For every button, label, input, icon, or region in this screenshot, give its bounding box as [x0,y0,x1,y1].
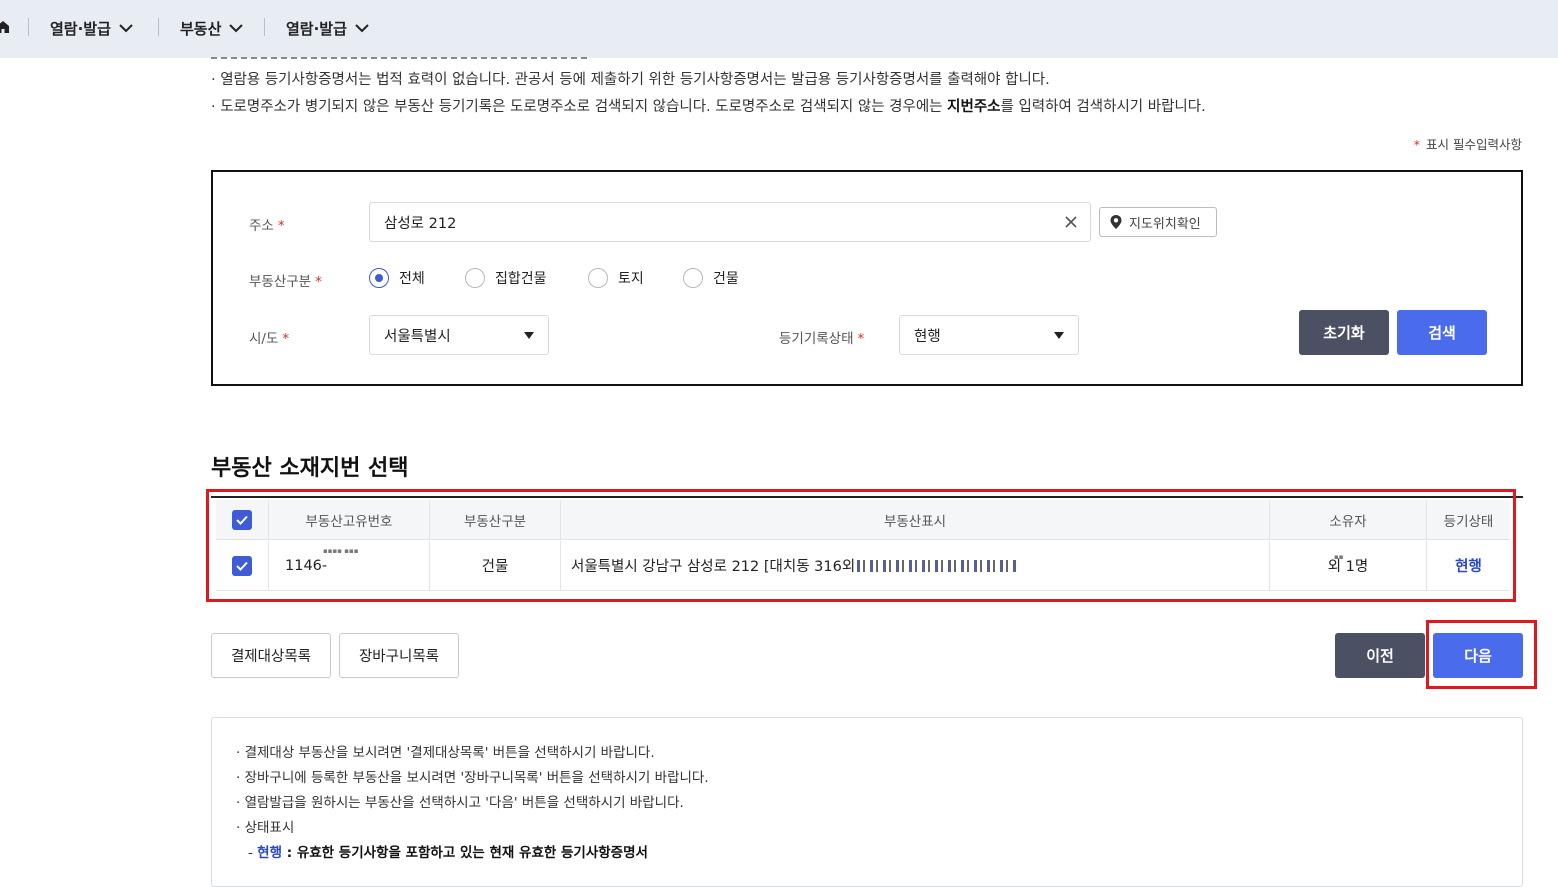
notice-line-2: · 도로명주소가 병기되지 않은 부동산 등기기록은 도로명주소로 검색되지 않… [211,99,1206,115]
reset-button[interactable]: 초기화 [1299,310,1389,355]
address-input-value: 삼성로 212 [384,215,457,232]
nav-menu-label: 부동산 [180,19,222,38]
record-status-label: 등기기록상태 * [779,331,865,347]
required-field-note: * 표시 필수입력사항 [1413,137,1522,152]
table-header: 부동산고유번호 부동산구분 부동산표시 소유자 등기상태 [216,500,1510,540]
redacted-mark: ▪▪ [1334,553,1344,561]
clipped-notice-line [211,52,591,60]
clear-icon[interactable] [1064,215,1078,229]
top-navigation: 열람·발급 부동산 열람·발급 [0,0,1558,58]
property-type-label: 부동산구분 * [249,274,322,290]
check-icon [236,515,248,525]
chevron-down-icon [119,23,133,32]
column-header-status: 등기상태 [1443,513,1494,530]
title-divider [211,496,1523,498]
nav-menu-label: 열람·발급 [286,19,347,38]
radio-aggregate-building[interactable]: 집합건물 [465,268,547,288]
row-property-type: 건물 [481,559,509,575]
record-status-select[interactable]: 현행 [899,315,1079,355]
info-line-1: · 결제대상 부동산을 보시려면 '결제대상목록' 버튼을 선택하시기 바랍니다… [236,745,655,761]
info-line-2: · 장바구니에 등록한 부동산을 보시려면 '장바구니목록' 버튼을 선택하시기… [236,770,709,786]
home-icon[interactable] [0,20,10,34]
row-status: 현행 [1427,541,1510,590]
radio-all[interactable]: 전체 [369,268,425,288]
prev-button[interactable]: 이전 [1335,633,1425,678]
nav-menu-label: 열람·발급 [50,19,111,38]
column-header-id: 부동산고유번호 [305,513,393,530]
required-star-icon: * [1413,137,1421,152]
sido-select[interactable]: 서울특별시 [369,315,549,355]
redacted-text [857,559,1018,572]
sido-label: 시/도 * [249,331,290,347]
info-line-4: · 상태표시 [236,820,295,836]
info-line-3: · 열람발급을 원하시는 부동산을 선택하시고 '다음' 버튼을 선택하시기 바… [236,795,684,811]
column-header-owner: 소유자 [1329,513,1367,530]
nav-menu-real-estate[interactable]: 부동산 [180,17,244,39]
status-link[interactable]: 현행 [1455,555,1482,576]
nav-divider [264,18,265,36]
next-button[interactable]: 다음 [1433,633,1523,678]
redacted-mark: ▪▪▪▪ ▪▪▪ [323,547,359,555]
address-input[interactable]: 삼성로 212 [369,202,1091,242]
nav-menu-view-issue[interactable]: 열람·발급 [50,17,133,39]
select-all-checkbox[interactable] [232,509,252,530]
info-line-5: - 현행 : 유효한 등기사항을 포함하고 있는 현재 유효한 등기사항증명서 [248,845,648,861]
map-location-button[interactable]: 지도위치확인 [1099,207,1217,237]
search-button[interactable]: 검색 [1397,310,1487,355]
search-form: 주소 * 삼성로 212 지도위치확인 부동산구분 * 전체 집합건물 토지 건물 … [211,170,1523,386]
row-checkbox[interactable] [232,555,252,576]
payment-list-button[interactable]: 결제대상목록 [211,633,331,678]
column-header-type: 부동산구분 [463,513,527,530]
nav-divider [28,18,29,36]
help-info-box: · 결제대상 부동산을 보시려면 '결제대상목록' 버튼을 선택하시기 바랍니다… [211,717,1523,887]
row-property-location: 서울특별시 강남구 삼성로 212 [대치동 316외 [561,541,1269,590]
address-label: 주소 * [249,218,285,234]
results-title: 부동산 소재지번 선택 [211,456,409,481]
nav-divider [158,18,159,36]
map-pin-icon [1110,215,1122,229]
notice-line-1: · 열람용 등기사항증명서는 법적 효력이 없습니다. 관공서 등에 제출하기 … [211,72,1050,88]
row-property-id: ▪▪▪▪ ▪▪▪ 1146- [285,547,359,574]
caret-down-icon [524,332,534,339]
table-row[interactable]: ▪▪▪▪ ▪▪▪ 1146- 건물 서울특별시 강남구 삼성로 212 [대치동… [216,541,1510,591]
cart-list-button[interactable]: 장바구니목록 [339,633,459,678]
select-all-cell [216,500,268,539]
radio-land[interactable]: 토지 [588,268,644,288]
radio-building[interactable]: 건물 [683,268,739,288]
chevron-down-icon [355,23,369,32]
column-header-location: 부동산표시 [883,513,947,530]
nav-menu-view-issue-sub[interactable]: 열람·발급 [286,17,369,39]
check-icon [236,561,248,571]
row-select-cell [216,541,268,590]
chevron-down-icon [229,23,244,32]
caret-down-icon [1054,332,1064,339]
row-owner: ▪▪ 외 1명 [1327,553,1369,575]
